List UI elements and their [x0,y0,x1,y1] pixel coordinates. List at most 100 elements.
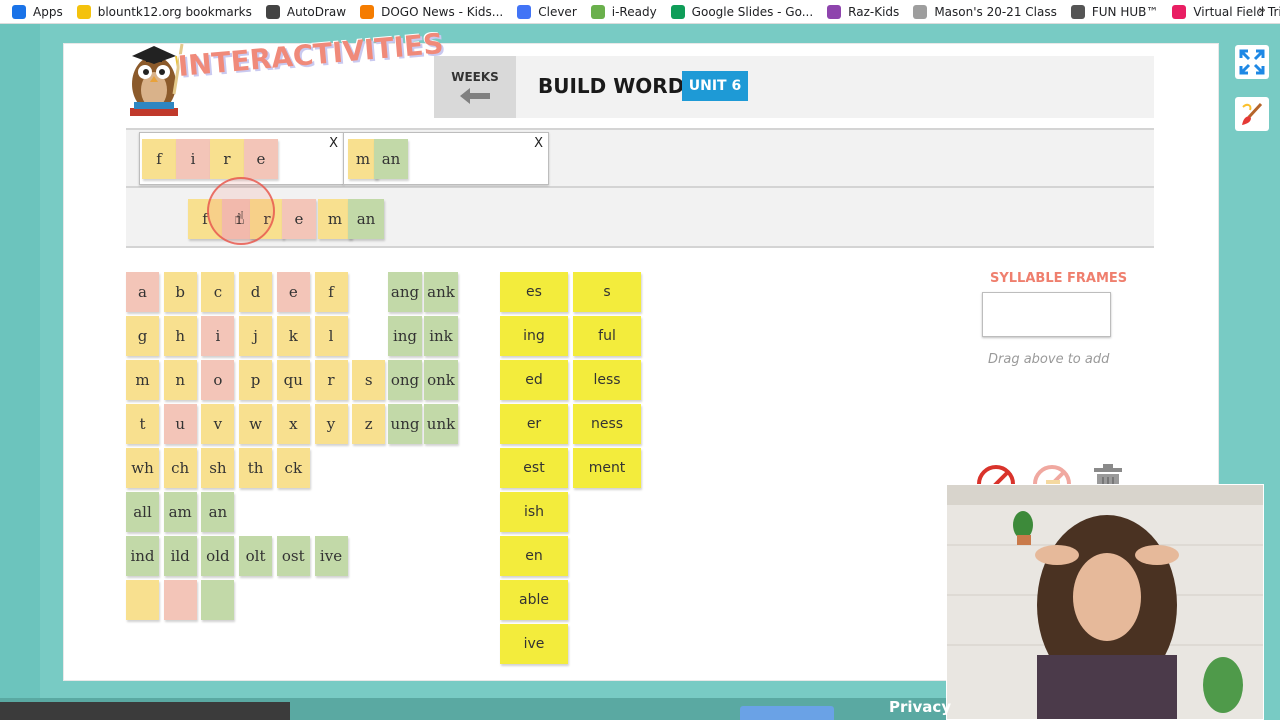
letter-tile[interactable]: l [314,316,348,356]
suffix-tile[interactable]: er [500,404,568,444]
letter-tile[interactable]: x [276,404,310,444]
letter-tile[interactable]: v [201,404,235,444]
frame-tile[interactable]: r [210,139,244,179]
frame-tile[interactable]: an [374,139,408,179]
frame-tile[interactable]: f [142,139,176,179]
suffix-tile[interactable]: ed [500,360,568,400]
letter-tile[interactable]: w [239,404,273,444]
bookmark-item[interactable]: FUN HUB™ [1070,4,1158,19]
bookmark-item[interactable]: Clever [517,4,577,19]
bookmarks-overflow-button[interactable]: » [1258,3,1266,18]
letter-tile[interactable]: y [314,404,348,444]
letter-tile[interactable]: i [201,316,235,356]
suffix-tile[interactable]: ing [500,316,568,356]
arrow-left-icon [460,88,490,104]
letter-tile[interactable]: p [239,360,273,400]
letter-tile[interactable]: th [239,448,273,488]
webcam-person-image [947,485,1263,719]
letter-tile[interactable]: c [201,272,235,312]
letter-tile[interactable]: t [126,404,159,444]
glued-sound-tile[interactable]: ank [424,272,458,312]
letter-tile[interactable]: all [126,492,159,532]
result-tile[interactable]: e [282,199,316,239]
letter-tile[interactable]: olt [239,536,273,576]
close-frame-button[interactable]: X [534,136,543,151]
bookmark-item[interactable]: Apps [12,4,63,19]
blank-tile[interactable] [126,580,159,620]
suffix-tile[interactable]: es [500,272,568,312]
letter-tile[interactable]: wh [126,448,159,488]
glued-sound-tile[interactable]: ang [388,272,422,312]
letter-tile[interactable]: ost [276,536,310,576]
bottom-button[interactable] [740,706,834,720]
letter-tile[interactable]: k [276,316,310,356]
letter-tile[interactable]: ild [163,536,197,576]
letter-tile[interactable]: o [201,360,235,400]
letter-tile[interactable]: n [163,360,197,400]
letter-tile[interactable]: f [314,272,348,312]
letter-tile[interactable]: sh [201,448,235,488]
privacy-link[interactable]: Privacy [889,698,951,716]
dogo-icon [360,4,375,19]
frame-tile[interactable]: i [176,139,210,179]
letter-tile[interactable]: d [239,272,273,312]
page-title: BUILD WORDS [538,74,699,98]
letter-tile[interactable]: g [126,316,159,356]
suffix-tile[interactable]: less [573,360,641,400]
glued-sound-tile[interactable]: ink [424,316,458,356]
letter-tile[interactable]: e [276,272,310,312]
letter-tile[interactable]: ive [314,536,348,576]
glued-sound-tile[interactable]: onk [424,360,458,400]
blank-tile[interactable] [201,580,235,620]
weeks-back-button[interactable]: WEEKS [434,56,516,118]
letter-tile[interactable]: am [163,492,197,532]
bookmark-item[interactable]: i-Ready [590,4,657,19]
letter-tile[interactable]: j [239,316,273,356]
frame-tile[interactable]: e [244,139,278,179]
suffix-tile[interactable]: ful [573,316,641,356]
result-tile[interactable]: an [348,199,384,239]
hand-cursor-icon: ☝ [234,208,245,229]
letter-tile[interactable]: u [163,404,197,444]
glued-sound-tile[interactable]: ong [388,360,422,400]
letter-tile[interactable]: an [201,492,235,532]
glued-sound-tile[interactable]: unk [424,404,458,444]
bookmark-item[interactable]: Raz-Kids [827,4,899,19]
bookmark-item[interactable]: Mason's 20-21 Class [913,4,1057,19]
letter-tile[interactable]: b [163,272,197,312]
letter-tile[interactable]: qu [276,360,310,400]
clever-icon [517,4,532,19]
suffix-tile[interactable]: est [500,448,568,488]
annotate-button[interactable] [1235,97,1269,131]
letter-tile[interactable]: ck [276,448,310,488]
bookmark-item[interactable]: DOGO News - Kids... [360,4,503,19]
glued-sound-tile[interactable]: ung [388,404,422,444]
suffix-tile[interactable]: ish [500,492,568,532]
bookmark-item[interactable]: blountk12.org bookmarks [76,4,252,19]
letter-tile[interactable]: m [126,360,159,400]
letter-tile[interactable]: r [314,360,348,400]
result-tile[interactable]: m [318,199,352,239]
blank-tile[interactable] [163,580,197,620]
letter-tile[interactable]: z [352,404,386,444]
suffix-tile[interactable]: en [500,536,568,576]
letter-tile[interactable]: h [163,316,197,356]
bookmark-item[interactable]: AutoDraw [265,4,347,19]
letter-tile[interactable]: ind [126,536,159,576]
suffix-tile[interactable]: s [573,272,641,312]
letter-tile[interactable]: a [126,272,159,312]
glued-sound-tile[interactable]: ing [388,316,422,356]
suffix-tile[interactable]: ness [573,404,641,444]
iready-icon [590,4,605,19]
suffix-tile[interactable]: ment [573,448,641,488]
suffix-tile[interactable]: able [500,580,568,620]
fullscreen-button[interactable] [1235,45,1269,79]
letter-tile[interactable]: ch [163,448,197,488]
suffix-tile[interactable]: ive [500,624,568,664]
letter-tile[interactable]: s [352,360,386,400]
syllable-frame-source[interactable] [982,292,1111,337]
letter-tile[interactable]: old [201,536,235,576]
close-frame-button[interactable]: X [329,136,338,151]
bookmark-label: AutoDraw [286,4,347,19]
bookmark-item[interactable]: Google Slides - Go... [670,4,813,19]
